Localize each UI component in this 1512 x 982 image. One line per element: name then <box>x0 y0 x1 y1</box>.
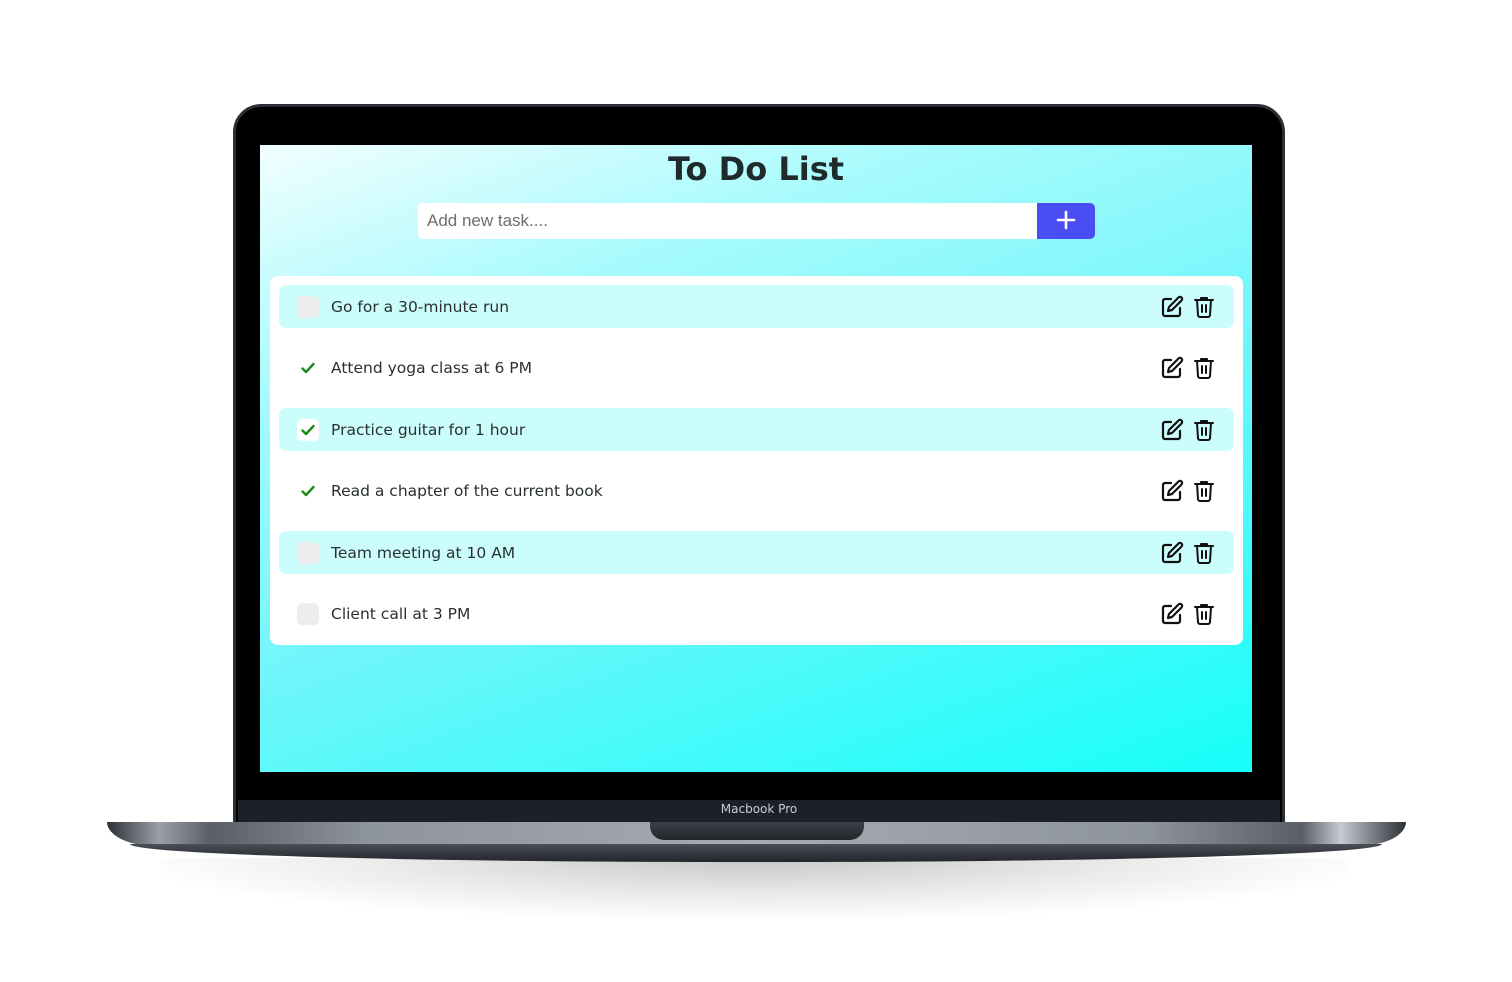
task-label: Practice guitar for 1 hour <box>331 420 526 439</box>
task-label: Go for a 30-minute run <box>331 297 510 316</box>
task-checkbox[interactable] <box>297 603 319 625</box>
page-title: To Do List <box>667 150 845 188</box>
checkmark-icon <box>301 424 315 435</box>
task-checkbox[interactable] <box>297 418 319 441</box>
edit-icon[interactable] <box>1160 541 1184 565</box>
task-actions <box>1160 479 1216 503</box>
checkmark-icon <box>301 362 315 374</box>
task-actions <box>1160 541 1216 565</box>
task-checkbox[interactable] <box>297 480 319 502</box>
task-actions <box>1160 356 1216 380</box>
trash-icon[interactable] <box>1192 356 1216 380</box>
task-row: Client call at 3 PM <box>279 593 1234 636</box>
trash-icon[interactable] <box>1192 295 1216 319</box>
task-checkbox[interactable] <box>297 541 319 564</box>
trash-icon[interactable] <box>1192 479 1216 503</box>
task-row: Read a chapter of the current book <box>279 470 1234 513</box>
task-label: Client call at 3 PM <box>331 605 471 623</box>
task-label: Team meeting at 10 AM <box>331 543 516 562</box>
task-row: Practice guitar for 1 hour <box>279 408 1234 451</box>
new-task-input[interactable] <box>418 203 1037 239</box>
task-actions <box>1160 602 1216 626</box>
device-mockup: Macbook Pro To Do List Go for a 30-minut… <box>0 0 1512 982</box>
task-row: Go for a 30-minute run <box>279 285 1234 328</box>
task-list: Go for a 30-minute run Attend yoga class… <box>270 276 1243 645</box>
app-screen: To Do List Go for a 30-minute run <box>260 145 1252 772</box>
edit-icon[interactable] <box>1160 356 1184 380</box>
edit-icon[interactable] <box>1160 418 1184 442</box>
edit-icon[interactable] <box>1160 602 1184 626</box>
trash-icon[interactable] <box>1192 602 1216 626</box>
edit-icon[interactable] <box>1160 479 1184 503</box>
laptop-chin: Macbook Pro <box>238 800 1280 824</box>
task-row: Attend yoga class at 6 PM <box>279 347 1234 390</box>
task-checkbox[interactable] <box>297 295 319 318</box>
add-task-form <box>418 203 1095 239</box>
device-label: Macbook Pro <box>720 802 798 816</box>
task-checkbox[interactable] <box>297 357 319 379</box>
task-actions <box>1160 418 1216 442</box>
plus-icon <box>1056 210 1076 233</box>
trash-icon[interactable] <box>1192 418 1216 442</box>
task-actions <box>1160 295 1216 319</box>
checkmark-icon <box>301 485 315 497</box>
task-label: Attend yoga class at 6 PM <box>331 359 532 377</box>
laptop-notch <box>650 822 864 840</box>
task-row: Team meeting at 10 AM <box>279 531 1234 574</box>
task-label: Read a chapter of the current book <box>331 482 603 500</box>
laptop-shadow <box>160 858 1350 918</box>
edit-icon[interactable] <box>1160 295 1184 319</box>
trash-icon[interactable] <box>1192 541 1216 565</box>
add-task-button[interactable] <box>1037 203 1095 239</box>
